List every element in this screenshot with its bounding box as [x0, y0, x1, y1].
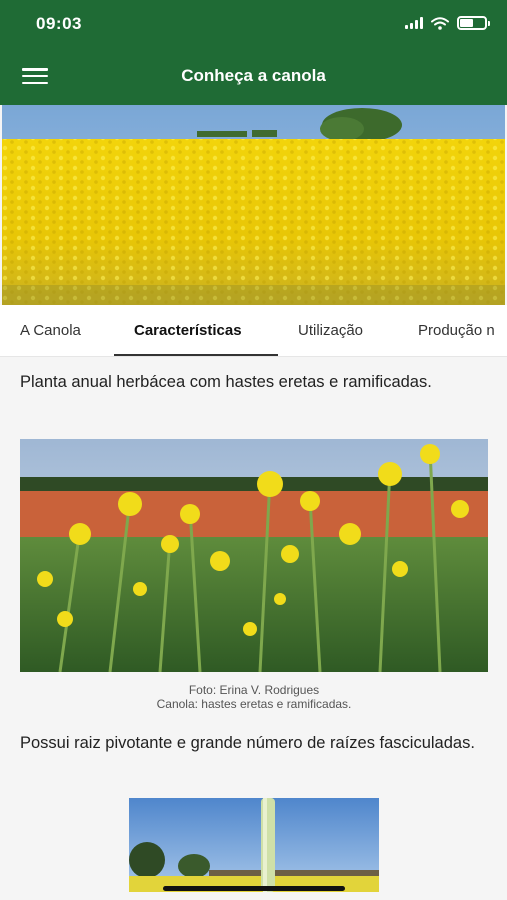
photo-canola-stems — [20, 439, 488, 672]
tab-utilizacao[interactable]: Utilização — [298, 322, 363, 339]
home-indicator — [163, 886, 345, 891]
hero-canola-field-image — [2, 105, 505, 305]
tab-caracteristicas[interactable]: Características — [134, 322, 242, 339]
photo-caption: Canola: hastes eretas e ramificadas. — [156, 697, 352, 711]
photo-credit: Foto: Erina V. Rodrigues — [188, 683, 320, 697]
tab-bar: A Canola Características Utilização Prod… — [0, 305, 507, 357]
status-icons — [405, 16, 490, 30]
paragraph-stems: Planta anual herbácea com hastes eretas … — [20, 373, 432, 391]
status-time: 09:03 — [36, 14, 82, 33]
tab-a-canola[interactable]: A Canola — [20, 322, 81, 339]
content-area[interactable]: Planta anual herbácea com hastes eretas … — [0, 357, 507, 900]
app-bar: 09:03 Conheça a canola — [0, 0, 507, 105]
paragraph-roots: Possui raiz pivotante e grande número de… — [20, 734, 475, 752]
page-title: Conheça a canola — [181, 66, 326, 85]
wifi-icon — [431, 16, 449, 30]
cellular-signal-icon — [405, 17, 423, 29]
tab-producao[interactable]: Produção n — [418, 322, 495, 339]
photo-canola-root — [129, 798, 379, 892]
battery-icon — [457, 16, 490, 30]
